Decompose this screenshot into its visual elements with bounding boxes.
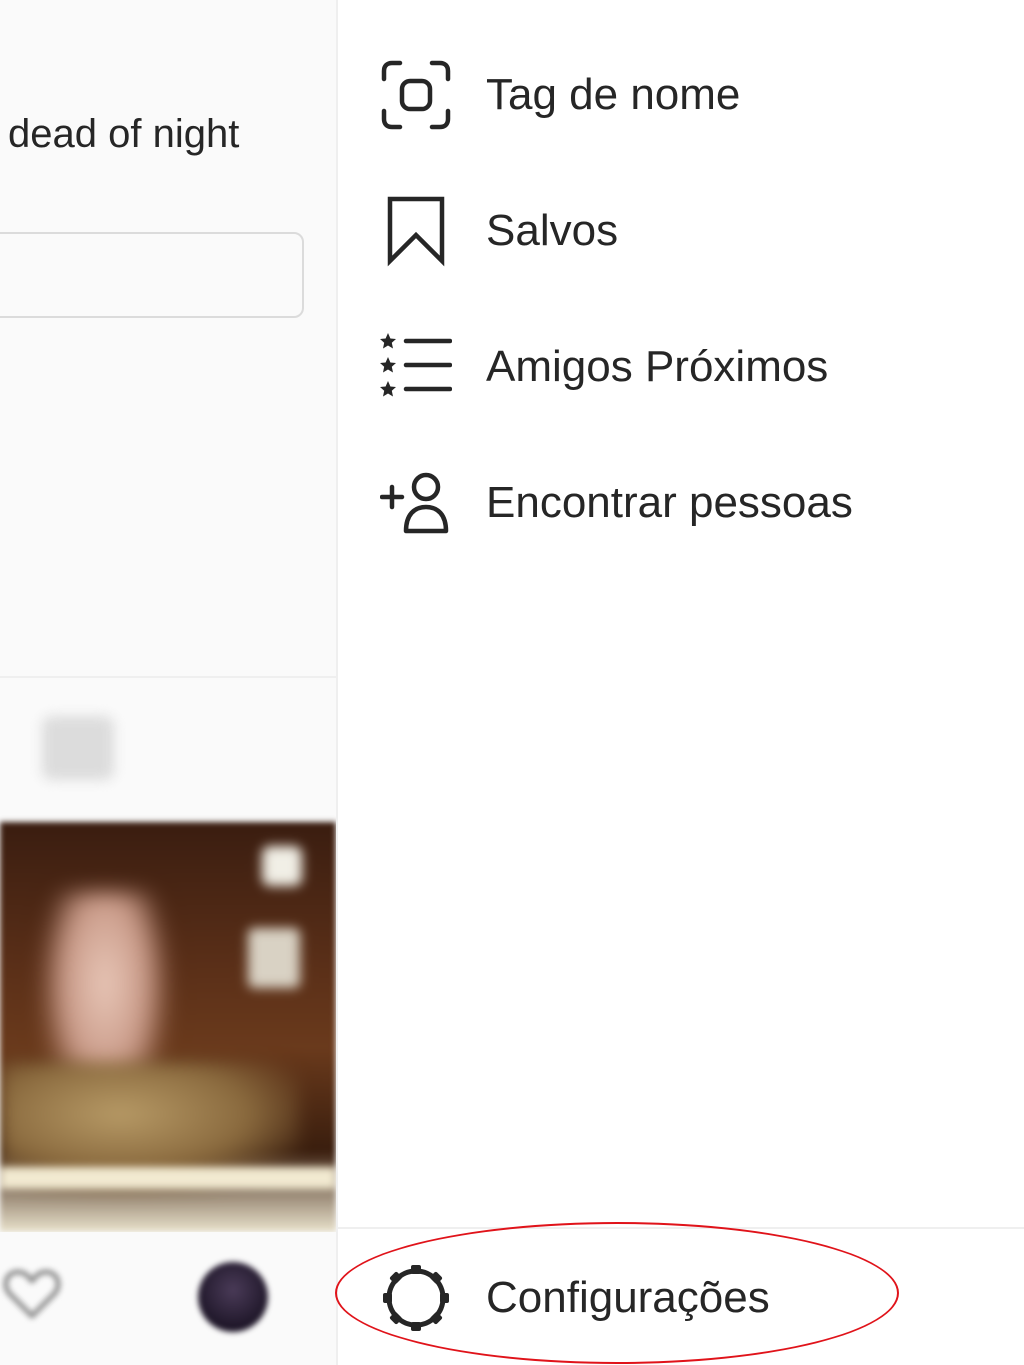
menu-item-settings[interactable]: Configurações	[378, 1243, 998, 1353]
menu-label-close-friends: Amigos Próximos	[486, 342, 829, 391]
add-person-icon	[378, 465, 454, 541]
tagged-tab-icon[interactable]	[42, 716, 114, 780]
menu-label-find-people: Encontrar pessoas	[486, 478, 853, 527]
bookmark-icon	[378, 193, 454, 269]
menu-item-close-friends[interactable]: Amigos Próximos	[378, 312, 998, 422]
drawer-divider	[338, 1227, 1024, 1229]
edit-profile-button[interactable]	[0, 232, 304, 318]
profile-bio: dead of night	[8, 112, 240, 156]
profile-avatar-nav[interactable]	[198, 1262, 268, 1332]
close-friends-list-icon	[378, 329, 454, 405]
nametag-icon	[378, 57, 454, 133]
menu-item-find-people[interactable]: Encontrar pessoas	[378, 448, 998, 558]
menu-label-saved: Salvos	[486, 206, 619, 255]
post-thumbnail[interactable]	[0, 822, 336, 1232]
profile-background: dead of night	[0, 0, 336, 1365]
photo-strip	[0, 1167, 336, 1189]
gear-icon	[378, 1260, 454, 1336]
menu-item-saved[interactable]: Salvos	[378, 176, 998, 286]
menu-item-nametag[interactable]: Tag de nome	[378, 40, 998, 150]
photo-overlay-mark	[248, 928, 300, 988]
profile-divider	[0, 676, 336, 678]
side-drawer: Tag de nome Salvos Amigos Próximos Encon…	[336, 0, 1024, 1365]
heart-icon[interactable]	[0, 1262, 64, 1326]
menu-label-settings: Configurações	[486, 1273, 770, 1322]
photo-overlay-mark	[262, 846, 302, 886]
menu-label-nametag: Tag de nome	[486, 70, 741, 119]
